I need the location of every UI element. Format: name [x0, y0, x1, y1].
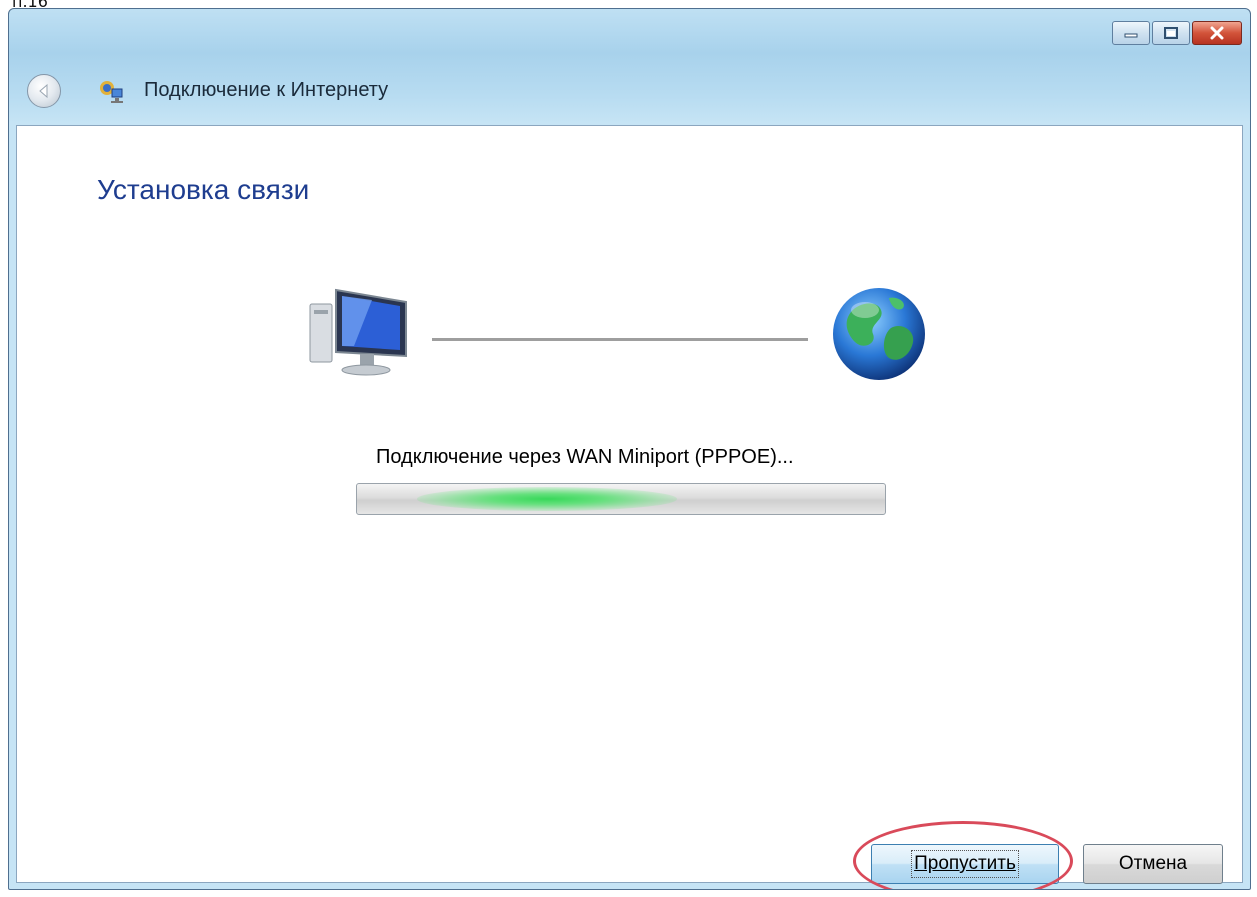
cancel-button-label: Отмена: [1118, 853, 1188, 874]
network-connection-icon: [100, 81, 123, 103]
maximize-icon: [1164, 27, 1178, 39]
maximize-button[interactable]: [1152, 21, 1190, 45]
skip-button[interactable]: Пропустить: [871, 844, 1059, 884]
progress-indicator: [417, 487, 677, 511]
connection-line: [432, 338, 808, 341]
minimize-button[interactable]: [1112, 21, 1150, 45]
globe-icon: [833, 288, 925, 380]
close-button[interactable]: [1192, 21, 1242, 45]
dialog-window: Подключение к Интернету Установка связи: [8, 8, 1251, 890]
computer-icon: [309, 288, 407, 376]
connection-progress-bar: [356, 483, 886, 515]
page-heading: Установка связи: [97, 174, 310, 205]
window-controls: [1112, 21, 1242, 45]
minimize-icon: [1124, 33, 1138, 38]
connection-status-text: Подключение через WAN Miniport (PPPOE)..…: [376, 446, 794, 468]
back-button[interactable]: [27, 74, 61, 108]
cancel-button[interactable]: Отмена: [1083, 844, 1223, 884]
skip-button-label: Пропустить: [911, 850, 1019, 878]
back-arrow-icon: [39, 83, 48, 99]
close-icon: [1210, 26, 1224, 40]
dialog-content: Установка связи Подключение через WAN Mi…: [16, 125, 1243, 889]
window-title: Подключение к Интернету: [144, 79, 389, 101]
